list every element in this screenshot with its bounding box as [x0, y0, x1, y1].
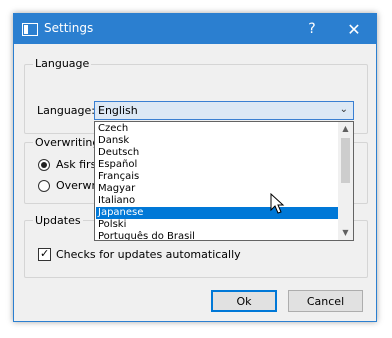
- overwrite-radio[interactable]: [38, 180, 50, 192]
- dropdown-scrollbar[interactable]: ▲ ▼: [338, 122, 353, 240]
- language-option[interactable]: Czech: [96, 123, 340, 135]
- chevron-down-icon[interactable]: ⌄: [340, 104, 348, 115]
- close-icon[interactable]: ✕: [334, 14, 374, 44]
- cancel-button[interactable]: Cancel: [288, 290, 363, 312]
- overwriting-group-label: Overwriting: [33, 136, 102, 149]
- scrollbar-thumb[interactable]: [341, 138, 350, 183]
- language-option-highlighted[interactable]: Japanese: [96, 207, 340, 219]
- language-option[interactable]: Français: [96, 171, 340, 183]
- auto-update-checkbox[interactable]: [38, 247, 51, 261]
- updates-group-label: Updates: [33, 214, 83, 227]
- language-selected-value: English: [98, 104, 138, 117]
- language-option[interactable]: Español: [96, 159, 340, 171]
- language-option[interactable]: Italiano: [96, 195, 340, 207]
- settings-dialog: Settings ? ✕ Language Language: Overwrit…: [13, 13, 377, 322]
- scroll-up-icon[interactable]: ▲: [338, 122, 353, 136]
- ask-first-label: Ask firs: [56, 158, 97, 171]
- language-group-label: Language: [33, 57, 92, 70]
- app-icon: [22, 23, 38, 36]
- help-icon[interactable]: ?: [292, 14, 332, 44]
- language-select[interactable]: English ⌄: [94, 101, 354, 120]
- language-option[interactable]: Polski: [96, 219, 340, 231]
- mouse-cursor-icon: [270, 193, 285, 214]
- language-option[interactable]: Dansk: [96, 135, 340, 147]
- language-option[interactable]: Deutsch: [96, 147, 340, 159]
- auto-update-label: Checks for updates automatically: [56, 248, 241, 261]
- language-option[interactable]: Português do Brasil: [96, 231, 340, 240]
- ok-button[interactable]: Ok: [211, 290, 277, 312]
- title-bar: Settings ? ✕: [14, 14, 376, 44]
- language-dropdown-list[interactable]: Czech Dansk Deutsch Español Français Mag…: [94, 121, 354, 241]
- scroll-down-icon[interactable]: ▼: [338, 226, 353, 240]
- window-title: Settings: [44, 21, 94, 35]
- language-option[interactable]: Magyar: [96, 183, 340, 195]
- language-field-label: Language:: [37, 104, 95, 117]
- ask-first-radio[interactable]: [38, 159, 50, 171]
